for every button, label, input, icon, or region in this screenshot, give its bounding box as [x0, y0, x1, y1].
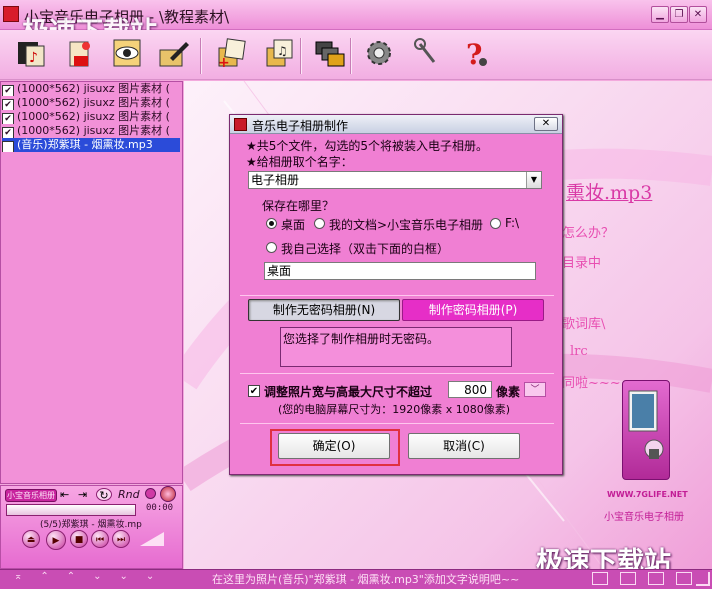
radio-desktop-label[interactable]: 桌面: [281, 216, 305, 233]
view-icon[interactable]: [648, 572, 664, 585]
seek-bar[interactable]: [6, 504, 136, 516]
radio-f-drive-label[interactable]: F:\: [505, 216, 519, 230]
volume-icon[interactable]: [160, 486, 176, 502]
svg-text:+: +: [218, 55, 230, 70]
radio-custom-label[interactable]: 我自己选择（双击下面的白框）: [281, 240, 449, 257]
size-unit-label: 像素: [496, 385, 521, 399]
add-music-icon[interactable]: ♫: [262, 36, 296, 70]
password-description: 您选择了制作相册时无密码。: [280, 327, 512, 367]
playlist-icon[interactable]: ⇤: [60, 488, 73, 501]
tools-icon[interactable]: [410, 36, 444, 70]
track-name: (5/5)郑紫琪 - 烟熏妆.mp: [40, 520, 142, 530]
toolbar: [0, 30, 712, 80]
album-dialog: 音乐电子相册制作 ✕ ★共5个文件，勾选的5个将被装入电子相册。 ★给相册取个名…: [229, 114, 563, 475]
lyric-line: lrc: [570, 344, 588, 359]
toolbar-separator: [200, 38, 202, 74]
loop-icon[interactable]: ↻: [96, 488, 112, 502]
info-icon[interactable]: [145, 488, 156, 499]
help-icon[interactable]: ?: [458, 36, 492, 71]
radio-mydocs-label[interactable]: 我的文档>小宝音乐电子相册: [329, 216, 483, 233]
edit-icon[interactable]: [156, 36, 190, 70]
list-item-selected[interactable]: ✔ (音乐)郑紫琪 - 烟熏妆.mp3: [2, 138, 180, 152]
dialog-close-button[interactable]: ✕: [534, 117, 558, 131]
tab-password[interactable]: 制作密码相册(P): [402, 299, 544, 321]
lyric-line: 怎么办？: [562, 226, 615, 241]
resize-grip-icon[interactable]: [696, 572, 710, 586]
fast-forward-icon[interactable]: ⇥: [78, 488, 91, 501]
checkbox[interactable]: ✔: [2, 141, 14, 152]
player-device-image: [622, 380, 670, 480]
lyric-line: 歌词库\: [562, 317, 606, 332]
add-photo-icon[interactable]: +: [214, 36, 248, 71]
divider: [240, 373, 554, 374]
radio-custom[interactable]: [266, 242, 277, 253]
random-label[interactable]: Rnd: [118, 488, 140, 501]
list-item[interactable]: ✔ (1000*562) jisuxz 图片素材 (: [2, 124, 180, 138]
divider: [240, 423, 554, 424]
resize-checkbox[interactable]: ✔: [248, 385, 260, 397]
max-size-input[interactable]: 800: [448, 381, 492, 398]
previous-icon[interactable]: ⏮: [91, 530, 109, 548]
restore-button[interactable]: ❐: [670, 6, 688, 23]
album-name-input[interactable]: 电子相册: [248, 171, 542, 189]
album-name-label: ★给相册取个名字：: [246, 155, 353, 169]
minimize-button[interactable]: ▁: [651, 6, 669, 23]
app-icon: [3, 6, 19, 22]
nav-arrows[interactable]: ⌅⌃⌃⌄⌄⌄: [14, 571, 184, 582]
checkbox[interactable]: ✔: [2, 85, 14, 96]
next-icon[interactable]: ⏭: [112, 530, 130, 548]
site-url: WWW.7GLIFE.NET: [607, 490, 688, 499]
open-icon[interactable]: [62, 36, 96, 70]
view-icon[interactable]: [620, 572, 636, 585]
dialog-title: 音乐电子相册制作: [252, 119, 349, 133]
radio-f-drive[interactable]: [490, 218, 501, 229]
list-item[interactable]: ✔ (1000*562) jisuxz 图片素材 (: [2, 110, 180, 124]
svg-text:♪: ♪: [29, 50, 38, 66]
save-location-label: 保存在哪里？: [262, 199, 335, 213]
tab-no-password[interactable]: 制作无密码相册(N): [248, 299, 400, 321]
view-icon[interactable]: [592, 572, 608, 585]
checkbox[interactable]: ✔: [2, 127, 14, 138]
svg-text:?: ?: [466, 38, 482, 70]
volume-slider[interactable]: [140, 532, 164, 546]
lyric-line: 目录中: [562, 256, 602, 271]
checkbox[interactable]: ✔: [2, 113, 14, 124]
time-display: 00:00: [146, 503, 174, 513]
view-icon[interactable]: [676, 572, 692, 585]
cancel-button[interactable]: 取消(C): [408, 433, 520, 459]
caption-hint[interactable]: 在这里为照片(音乐)"郑紫琪 - 烟熏妆.mp3"添加文字说明吧~~: [212, 571, 519, 587]
play-icon[interactable]: ▶: [46, 530, 66, 550]
radio-mydocs[interactable]: [314, 218, 325, 229]
size-chevron-icon[interactable]: ﹀: [524, 382, 546, 397]
radio-desktop[interactable]: [266, 218, 277, 229]
list-item[interactable]: ✔ (1000*562) jisuxz 图片素材 (: [2, 96, 180, 110]
song-title: 熏妆.mp3: [566, 182, 653, 204]
toolbar-separator: [300, 38, 302, 74]
lyric-line: 同啦~~~: [562, 376, 621, 391]
player-logo: 小宝音乐相册: [5, 489, 57, 502]
resize-label: 调整照片宽与高最大尺寸不超过: [264, 385, 433, 399]
stop-icon[interactable]: ■: [70, 530, 88, 548]
dialog-app-icon: [234, 118, 247, 131]
file-count-info: ★共5个文件，勾选的5个将被装入电子相册。: [246, 139, 489, 153]
settings-icon[interactable]: [362, 36, 396, 70]
checkbox[interactable]: ✔: [2, 99, 14, 110]
svg-text:♫: ♫: [277, 44, 288, 58]
ok-button[interactable]: 确定(O): [278, 433, 390, 459]
eject-icon[interactable]: ⏏: [22, 530, 40, 548]
divider: [240, 295, 554, 296]
new-album-icon[interactable]: ♪: [14, 36, 48, 70]
preview-icon[interactable]: [110, 36, 144, 70]
list-item[interactable]: ✔ (1000*562) jisuxz 图片素材 (: [2, 82, 180, 96]
brand-text: 小宝音乐电子相册: [604, 512, 684, 523]
save-path-input[interactable]: 桌面: [264, 262, 536, 280]
export-icon[interactable]: [312, 36, 346, 70]
screen-size-info: (您的电脑屏幕尺寸为：1920像素 x 1080像素): [278, 403, 511, 416]
chevron-down-icon[interactable]: ▼: [526, 172, 541, 188]
toolbar-separator: [350, 38, 352, 74]
close-button[interactable]: ✕: [689, 6, 707, 23]
